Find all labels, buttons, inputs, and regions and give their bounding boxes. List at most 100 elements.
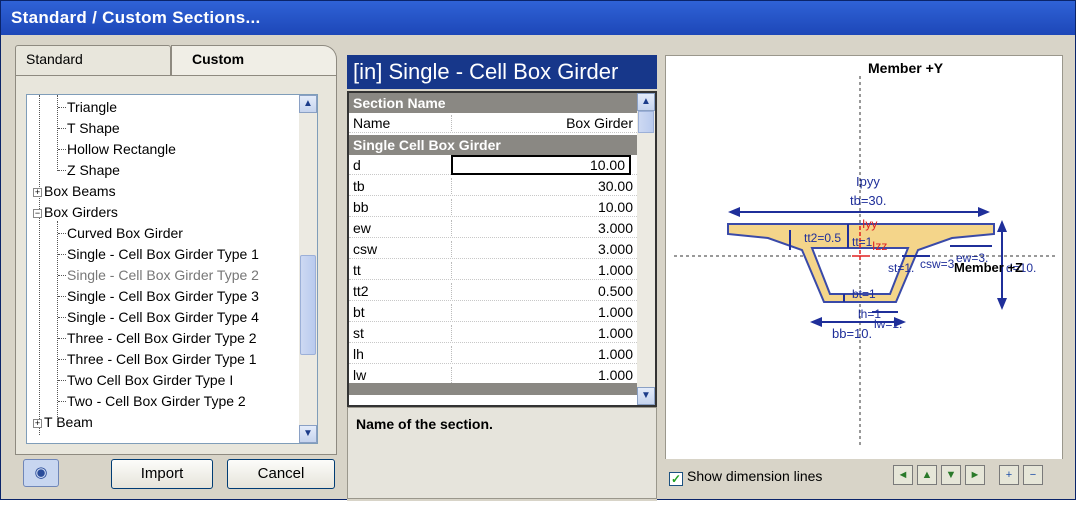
tree-item[interactable]: Single - Cell Box Girder Type 2: [67, 265, 259, 285]
grid-separator: [451, 220, 452, 236]
grid-value-editor[interactable]: 10.00: [451, 155, 631, 175]
expand-icon[interactable]: +: [33, 419, 42, 428]
grid-label: lh: [353, 346, 364, 362]
tree-item-label: Two Cell Box Girder Type I: [67, 372, 234, 388]
grid-row-bb[interactable]: bb 10.00: [349, 197, 639, 217]
tree-item-label: Box Beams: [44, 183, 116, 199]
tree-item[interactable]: Three - Cell Box Girder Type 1: [67, 349, 257, 369]
grid-scroll-thumb[interactable]: [638, 111, 654, 133]
grid-row-st[interactable]: st 1.000: [349, 323, 639, 343]
grid-row-name[interactable]: Name Box Girder: [349, 113, 639, 133]
show-dimension-lines-label: Show dimension lines: [687, 468, 823, 484]
tab-custom[interactable]: Custom: [171, 45, 337, 77]
tree-item-label: Hollow Rectangle: [67, 141, 176, 157]
scroll-up-icon[interactable]: ▲: [299, 95, 317, 113]
tree-item[interactable]: Single - Cell Box Girder Type 3: [67, 286, 259, 306]
tree-item[interactable]: + T Beam: [33, 412, 93, 432]
tree-scroll-thumb[interactable]: [300, 255, 316, 355]
tree-item[interactable]: Curved Box Girder: [67, 223, 183, 243]
grid-label: bb: [353, 199, 369, 215]
grid-row-bt[interactable]: bt 1.000: [349, 302, 639, 322]
tree-item[interactable]: Z Shape: [67, 160, 120, 180]
label-iyy: Iyy: [862, 217, 877, 231]
preview-toolbar: ✓ Show dimension lines ◄ ▲ ▼ ► + −: [665, 459, 1063, 491]
tree-item[interactable]: T Shape: [67, 118, 120, 138]
grid-scrollbar[interactable]: ▲ ▼: [637, 93, 655, 405]
rotate-down-icon[interactable]: ▼: [941, 465, 961, 485]
scroll-up-icon[interactable]: ▲: [637, 93, 655, 111]
grid-row-tt2[interactable]: tt2 0.500: [349, 281, 639, 301]
import-button[interactable]: Import: [111, 459, 213, 489]
tree-item-label: Three - Cell Box Girder Type 2: [67, 330, 257, 346]
property-grid[interactable]: Section Name Name Box Girder Single Cell…: [347, 91, 657, 407]
grid-value[interactable]: 3.000: [598, 239, 633, 259]
tree-connector: [58, 254, 66, 255]
grid-row-d[interactable]: d 10.00: [349, 155, 639, 175]
grid-value[interactable]: 1.000: [598, 365, 633, 385]
grid-row-ew[interactable]: ew 3.000: [349, 218, 639, 238]
rotate-left-icon[interactable]: ◄: [893, 465, 913, 485]
grid-row-lh[interactable]: lh 1.000: [349, 344, 639, 364]
tree-item[interactable]: Triangle: [67, 97, 117, 117]
tree-item[interactable]: Single - Cell Box Girder Type 4: [67, 307, 259, 327]
label-csw: csw=3.: [920, 257, 958, 271]
grid-value[interactable]: 30.00: [598, 176, 633, 196]
left-panel: Standard Custom Triangle T Shape Hollow Re…: [15, 45, 337, 455]
grid-footer: [349, 383, 639, 395]
grid-value[interactable]: 3.000: [598, 218, 633, 238]
tree-item-label: Single - Cell Box Girder Type 1: [67, 246, 259, 262]
section-title: [in] Single - Cell Box Girder: [347, 55, 657, 89]
grid-row-lw[interactable]: lw 1.000: [349, 365, 639, 385]
rotate-right-icon[interactable]: ►: [965, 465, 985, 485]
grid-row-csw[interactable]: csw 3.000: [349, 239, 639, 259]
tree-item[interactable]: + Box Beams: [33, 181, 116, 201]
help-icon[interactable]: ◉: [23, 459, 59, 487]
grid-label: st: [353, 325, 364, 341]
description-box: Name of the section.: [347, 407, 657, 499]
grid-value[interactable]: 1.000: [598, 344, 633, 364]
label-lw: lw=1.: [874, 317, 902, 331]
scroll-down-icon[interactable]: ▼: [299, 425, 317, 443]
grid-value[interactable]: 0.500: [598, 281, 633, 301]
tree-item[interactable]: Two Cell Box Girder Type I: [67, 370, 233, 390]
section-preview: Ipyy tb=30. Iyy tt2=0.5 tt=1 Izz st=1. c…: [665, 55, 1063, 491]
tree-connector: [58, 149, 66, 150]
grid-row-tb[interactable]: tb 30.00: [349, 176, 639, 196]
grid-value[interactable]: 1.000: [598, 302, 633, 322]
tab-standard[interactable]: Standard: [15, 45, 171, 77]
tree-item[interactable]: Two - Cell Box Girder Type 2: [67, 391, 246, 411]
label-izz: Izz: [872, 239, 887, 253]
show-dimension-lines-checkbox[interactable]: ✓ Show dimension lines: [669, 468, 822, 486]
tree-connector: [58, 275, 66, 276]
grid-separator: [451, 241, 452, 257]
expand-icon[interactable]: +: [33, 188, 42, 197]
tree-item[interactable]: Single - Cell Box Girder Type 1: [67, 244, 259, 264]
grid-separator: [451, 115, 452, 131]
cancel-button[interactable]: Cancel: [227, 459, 335, 489]
tree-item[interactable]: − Box Girders: [33, 202, 118, 222]
checkbox-checked-icon[interactable]: ✓: [669, 472, 683, 486]
grid-label: lw: [353, 367, 367, 383]
scroll-down-icon[interactable]: ▼: [637, 387, 655, 405]
tree-item[interactable]: Three - Cell Box Girder Type 2: [67, 328, 257, 348]
tree-connector: [58, 170, 66, 171]
tree-item[interactable]: Hollow Rectangle: [67, 139, 176, 159]
tree-connector: [58, 107, 66, 108]
grid-label: bt: [353, 304, 365, 320]
grid-label: ew: [353, 220, 371, 236]
member-y-label: Member +Y: [868, 60, 944, 76]
tree-connector: [58, 380, 66, 381]
grid-value[interactable]: 10.00: [598, 197, 633, 217]
rotate-up-icon[interactable]: ▲: [917, 465, 937, 485]
grid-value[interactable]: 1.000: [598, 260, 633, 280]
section-tree[interactable]: Triangle T Shape Hollow Rectangle Z Shape + B…: [26, 94, 318, 444]
zoom-in-icon[interactable]: +: [999, 465, 1019, 485]
collapse-icon[interactable]: −: [33, 209, 42, 218]
grid-label: tt2: [353, 283, 369, 299]
grid-row-tt[interactable]: tt 1.000: [349, 260, 639, 280]
tree-scrollbar[interactable]: ▲ ▼: [299, 95, 317, 443]
grid-value[interactable]: Box Girder: [566, 113, 633, 133]
zoom-out-icon[interactable]: −: [1023, 465, 1043, 485]
tree-connector: [58, 317, 66, 318]
grid-value[interactable]: 1.000: [598, 323, 633, 343]
